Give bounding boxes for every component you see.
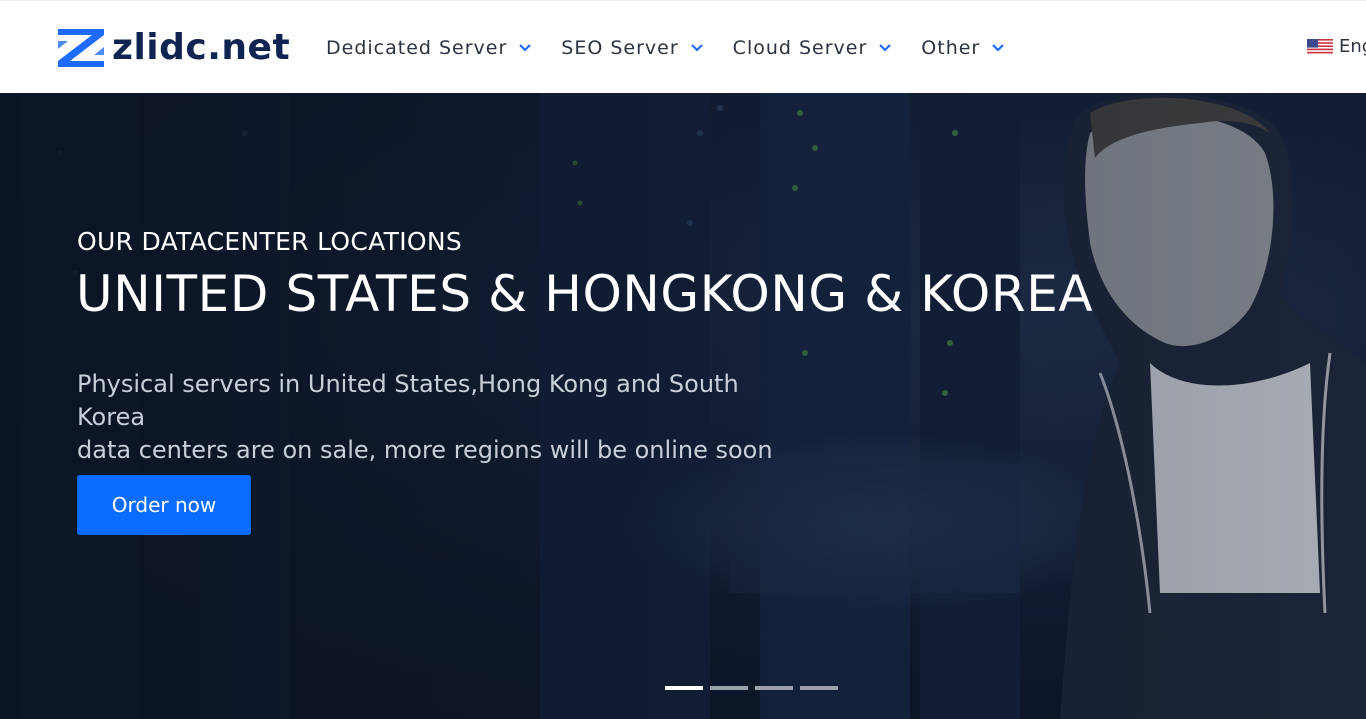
carousel-dot-3[interactable] — [755, 686, 793, 690]
language-selector[interactable]: Eng — [1307, 36, 1366, 57]
order-now-button[interactable]: Order now — [77, 475, 251, 535]
hero-headline: UNITED STATES & HONGKONG & KOREA — [76, 265, 1094, 323]
logo-text: zlidc.net — [112, 27, 291, 68]
nav-label: SEO Server — [561, 37, 679, 59]
site-header: zlidc.net Dedicated Server SEO Server Cl… — [0, 0, 1366, 93]
hero-description-line: data centers are on sale, more regions w… — [77, 436, 773, 464]
nav-item-cloud-server[interactable]: Cloud Server — [733, 35, 893, 61]
carousel-dot-4[interactable] — [800, 686, 838, 690]
carousel-dot-1[interactable] — [665, 686, 703, 690]
chevron-down-icon — [519, 44, 532, 52]
chevron-down-icon — [690, 44, 703, 52]
nav-label: Dedicated Server — [326, 37, 508, 59]
nav-label: Cloud Server — [732, 37, 868, 59]
nav-item-other[interactable]: Other — [921, 35, 1005, 61]
logo[interactable]: zlidc.net — [58, 29, 290, 67]
hero-banner: OUR DATACENTER LOCATIONS UNITED STATES &… — [0, 93, 1366, 719]
us-flag-icon — [1307, 38, 1333, 55]
carousel-indicators — [665, 686, 845, 690]
language-label: Eng — [1339, 36, 1366, 57]
nav-item-seo-server[interactable]: SEO Server — [561, 35, 703, 61]
chevron-down-icon — [992, 44, 1005, 52]
nav-item-dedicated-server[interactable]: Dedicated Server — [326, 35, 532, 61]
hero-description-line: Physical servers in United States,Hong K… — [77, 370, 739, 431]
logo-mark-icon — [58, 29, 104, 67]
main-nav: Dedicated Server SEO Server Cloud Server… — [326, 35, 1034, 61]
hero-description: Physical servers in United States,Hong K… — [77, 368, 797, 467]
hero-eyebrow: OUR DATACENTER LOCATIONS — [77, 227, 463, 256]
nav-label: Other — [921, 37, 981, 59]
chevron-down-icon — [879, 44, 892, 52]
carousel-dot-2[interactable] — [710, 686, 748, 690]
